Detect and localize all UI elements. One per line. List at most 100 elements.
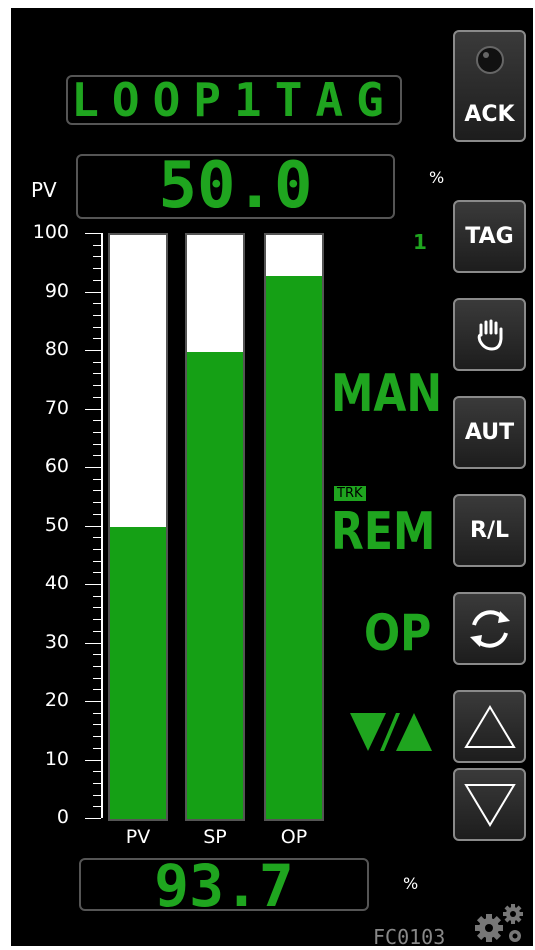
y-tick-label: 90 xyxy=(44,279,69,302)
minor-tick xyxy=(93,385,101,386)
triangle-down-icon xyxy=(463,783,516,827)
minor-tick xyxy=(93,455,101,456)
pv-unit: % xyxy=(429,168,445,187)
bar-label-pv: PV xyxy=(125,826,151,848)
rem-mode-indicator: REM xyxy=(331,502,436,562)
minor-tick xyxy=(93,631,101,632)
y-tick-label: 20 xyxy=(44,689,69,711)
manual-button[interactable] xyxy=(453,298,526,371)
pv-label: PV xyxy=(31,178,57,202)
y-tick-label: 40 xyxy=(44,572,69,594)
minor-tick xyxy=(93,689,101,690)
minor-tick xyxy=(93,806,101,807)
minor-tick xyxy=(93,338,101,339)
tag-button-label: TAG xyxy=(465,224,514,249)
minor-tick xyxy=(93,432,101,433)
minor-tick xyxy=(93,362,101,363)
minor-tick xyxy=(93,280,101,281)
minor-tick xyxy=(93,619,101,620)
ramp-direction-icon xyxy=(348,711,433,753)
faceplate-panel: LOOP1TAG PV 50.0 % 100 90 80 70 60 50 40 30 20 10… xyxy=(11,8,533,949)
y-tick-label: 100 xyxy=(32,221,69,243)
minor-tick xyxy=(93,444,101,445)
minor-tick xyxy=(93,397,101,398)
major-tick xyxy=(85,467,101,468)
alarm-lamp-icon xyxy=(475,46,504,75)
y-tick-label: 0 xyxy=(56,806,69,828)
minor-tick xyxy=(93,771,101,772)
major-tick xyxy=(85,643,101,644)
settings-gears-icon[interactable] xyxy=(471,900,527,946)
op-mode-indicator: OP xyxy=(364,604,432,662)
minor-tick xyxy=(93,327,101,328)
y-axis-line xyxy=(101,233,103,818)
ack-button[interactable]: ACK xyxy=(453,30,526,142)
sp-bar xyxy=(185,233,245,821)
y-tick-label: 10 xyxy=(44,747,69,770)
op-bar xyxy=(264,233,324,821)
major-tick xyxy=(85,526,101,527)
y-tick-label: 80 xyxy=(44,338,69,360)
minor-tick xyxy=(93,596,101,597)
increase-button[interactable] xyxy=(453,690,526,763)
sp-bar-fill xyxy=(187,351,243,819)
aut-button-label: AUT xyxy=(464,420,515,445)
bar-label-sp: SP xyxy=(203,826,227,848)
y-tick-label: 60 xyxy=(44,455,69,477)
major-tick xyxy=(85,233,101,234)
minor-tick xyxy=(93,537,101,538)
minor-tick xyxy=(93,256,101,257)
op-unit: % xyxy=(403,874,419,893)
minor-tick xyxy=(93,549,101,550)
pv-value-display: 50.0 xyxy=(76,154,395,219)
op-toggle-button[interactable] xyxy=(453,592,526,665)
minor-tick xyxy=(93,420,101,421)
minor-tick xyxy=(93,268,101,269)
minor-tick xyxy=(93,572,101,573)
op-value-display: 93.7 xyxy=(79,858,369,911)
major-tick xyxy=(85,409,101,410)
minor-tick xyxy=(93,561,101,562)
op-bar-fill xyxy=(266,275,322,819)
minor-tick xyxy=(93,607,101,608)
minor-tick xyxy=(93,245,101,246)
minor-tick xyxy=(93,795,101,796)
loop-tag-display: LOOP1TAG xyxy=(66,75,402,125)
major-tick xyxy=(85,818,101,819)
minor-tick xyxy=(93,748,101,749)
tag-button[interactable]: TAG xyxy=(453,200,526,273)
y-tick-label: 70 xyxy=(44,396,69,419)
major-tick xyxy=(85,584,101,585)
minor-tick xyxy=(93,724,101,725)
minor-tick xyxy=(93,514,101,515)
trk-indicator: TRK xyxy=(334,486,366,501)
minor-tick xyxy=(93,502,101,503)
major-tick xyxy=(85,701,101,702)
minor-tick xyxy=(93,713,101,714)
tag-count: 1 xyxy=(413,230,427,254)
bar-label-op: OP xyxy=(280,826,308,848)
rl-button[interactable]: R/L xyxy=(453,494,526,567)
aut-button[interactable]: AUT xyxy=(453,396,526,469)
man-mode-indicator: MAN xyxy=(331,364,443,424)
triangle-up-icon xyxy=(463,704,516,748)
minor-tick xyxy=(93,783,101,784)
minor-tick xyxy=(93,490,101,491)
minor-tick xyxy=(93,736,101,737)
minor-tick xyxy=(93,479,101,480)
hand-icon xyxy=(477,319,502,351)
y-tick-label: 30 xyxy=(44,630,69,653)
decrease-button[interactable] xyxy=(453,768,526,841)
major-tick xyxy=(85,292,101,293)
minor-tick xyxy=(93,654,101,655)
minor-tick xyxy=(93,678,101,679)
y-tick-label: 50 xyxy=(44,513,69,536)
pv-bar xyxy=(108,233,168,821)
ack-label: ACK xyxy=(464,101,515,127)
cycle-arrows-icon xyxy=(469,609,510,648)
pv-bar-fill xyxy=(110,527,166,819)
minor-tick xyxy=(93,373,101,374)
minor-tick xyxy=(93,303,101,304)
minor-tick xyxy=(93,315,101,316)
footer-id: FC0103 xyxy=(373,925,446,949)
